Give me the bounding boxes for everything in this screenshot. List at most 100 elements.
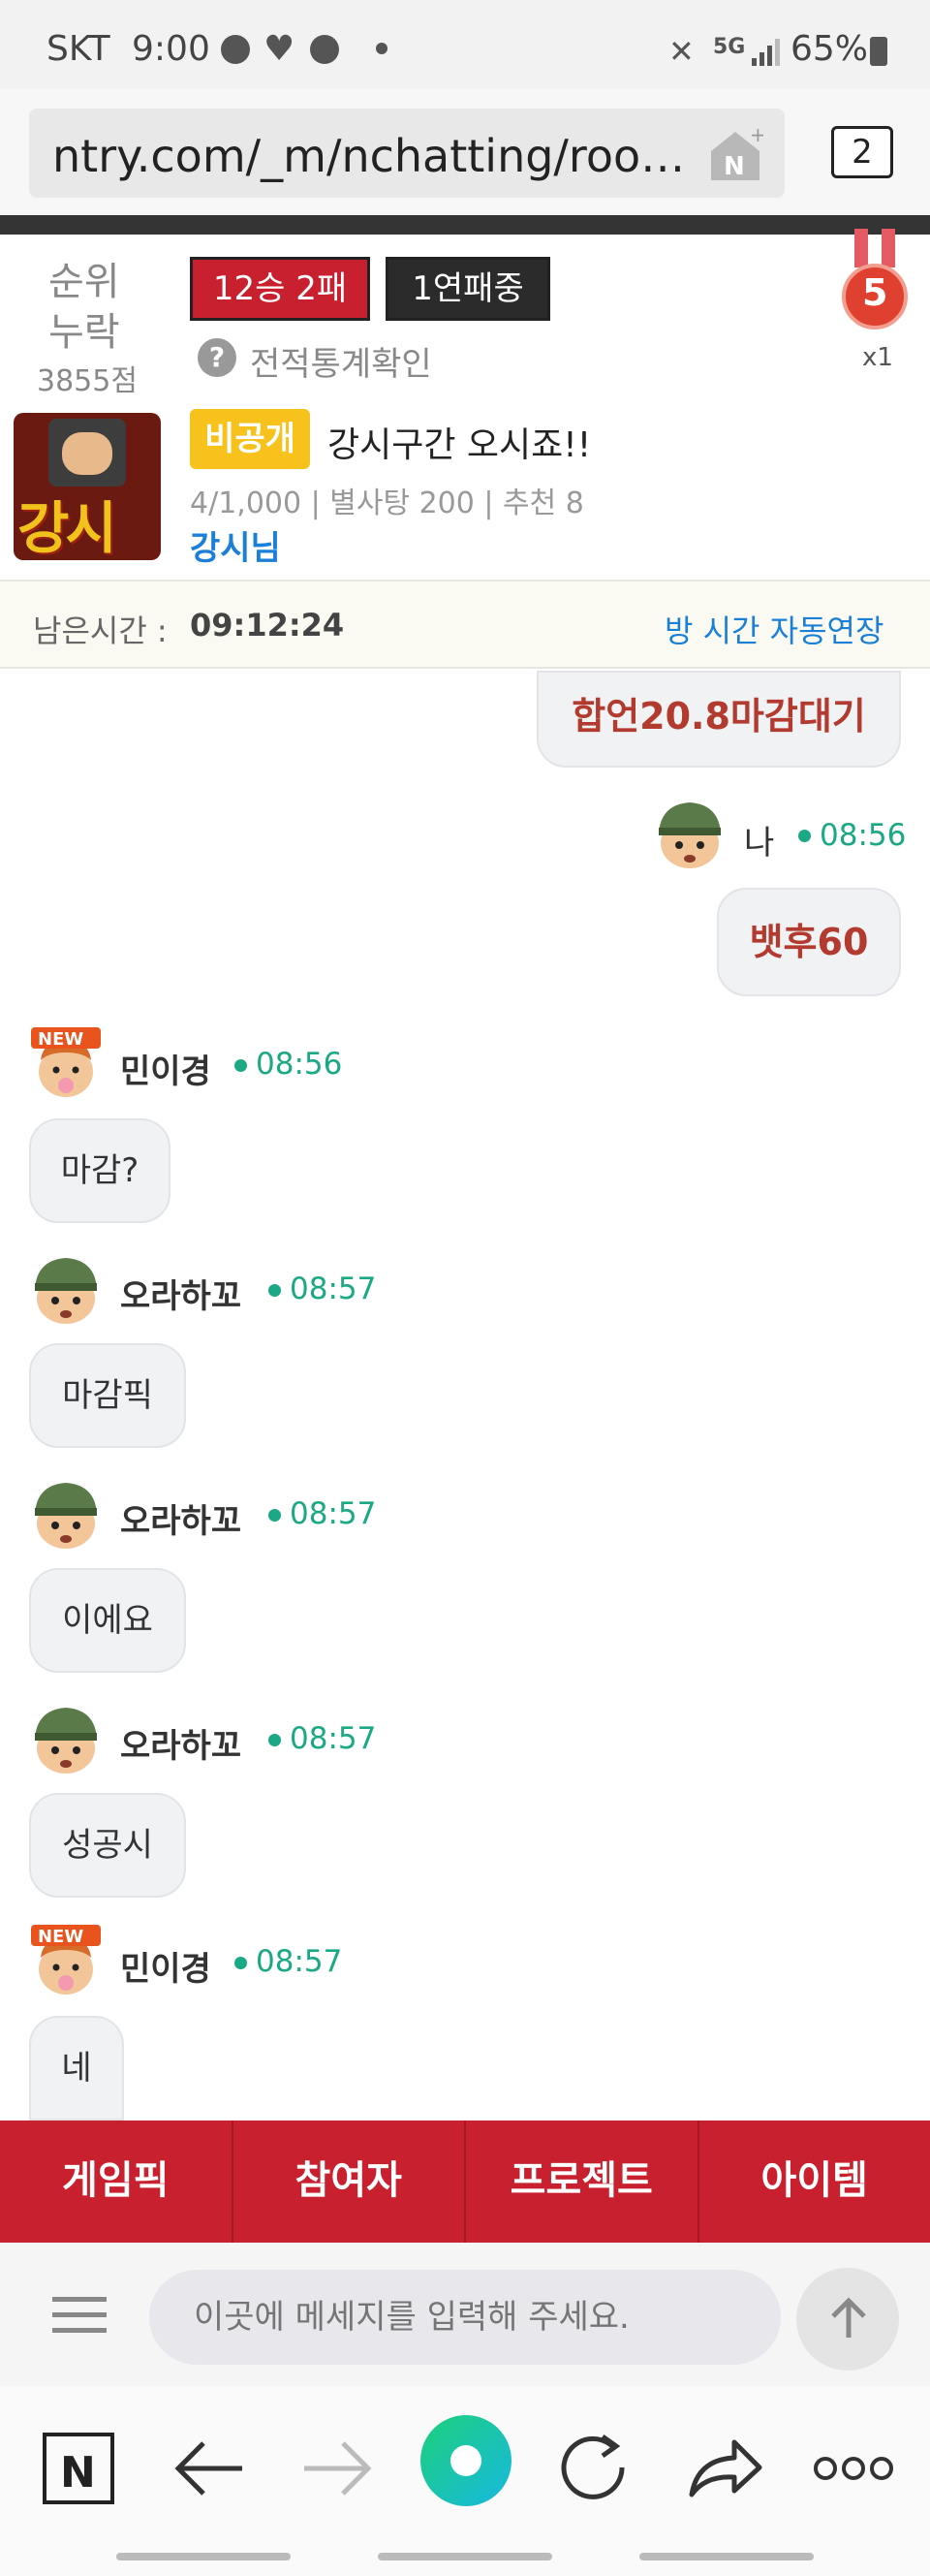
- more-button[interactable]: [810, 2425, 897, 2512]
- room-host[interactable]: 강시님: [190, 521, 281, 569]
- message-bubble: 네: [29, 2016, 124, 2120]
- back-button[interactable]: [165, 2425, 252, 2512]
- points: 3855점: [37, 364, 138, 398]
- user-nickname[interactable]: 오라하꼬: [120, 1719, 241, 1767]
- new-badge: NEW: [38, 1927, 83, 1947]
- logo-text: 강시: [17, 495, 117, 560]
- message-time: 08:57: [290, 1721, 377, 1756]
- streak-badge: 1연패중: [386, 257, 550, 321]
- user-nickname[interactable]: 민이경: [120, 1045, 211, 1092]
- url-field[interactable]: ntry.com/_m/nchatting/room... N +: [29, 109, 785, 198]
- room-logo: 강시: [14, 413, 161, 560]
- gesture-pill: [639, 2553, 814, 2560]
- my-message-bubble: 합언20.8마감대기: [537, 671, 901, 768]
- online-dot: [268, 1734, 281, 1746]
- new-user-avatar-icon: NEW: [31, 1925, 101, 1995]
- tab-project[interactable]: 프로젝트: [466, 2120, 699, 2243]
- rank-label-2: 누락: [48, 310, 120, 355]
- my-nickname: 나: [744, 824, 775, 863]
- message-time: 08:56: [820, 818, 907, 853]
- naver-n-icon: N: [43, 2433, 114, 2504]
- svg-text:N: N: [724, 152, 745, 181]
- message-time: 08:57: [290, 1272, 377, 1306]
- battery-percent: 65%: [790, 29, 869, 69]
- share-button[interactable]: [680, 2425, 767, 2512]
- account-icon: [221, 35, 250, 64]
- svg-text:+: +: [750, 126, 763, 146]
- message-bubble: 마감픽: [29, 1343, 186, 1448]
- room-meta: 4/1,000 | 별사탕 200 | 추천 8: [190, 487, 584, 520]
- tab-participants[interactable]: 참여자: [233, 2120, 466, 2243]
- browser-address-bar: ntry.com/_m/nchatting/room... N + 2: [0, 89, 930, 215]
- gesture-pill: [116, 2553, 291, 2560]
- medal-level: 5: [862, 271, 888, 314]
- forward-button[interactable]: [294, 2425, 382, 2512]
- clock: 9:00: [132, 29, 210, 69]
- message-time: 08:56: [256, 1047, 343, 1082]
- menu-icon[interactable]: [52, 2293, 108, 2338]
- auto-extend-link[interactable]: 방 시간 자동연장: [665, 607, 884, 651]
- browser-nav-bar: N: [0, 2386, 930, 2576]
- url-text: ntry.com/_m/nchatting/room...: [52, 130, 692, 182]
- soldier-avatar-icon: [35, 1483, 97, 1549]
- green-dot-button[interactable]: [420, 2415, 512, 2506]
- medal-count: x1: [862, 343, 893, 372]
- logo-face: [62, 432, 112, 475]
- heart-icon: ♥: [264, 29, 295, 69]
- header-divider: [0, 215, 930, 235]
- chat-status-icon: [310, 35, 339, 64]
- reload-icon: [561, 2434, 625, 2499]
- svg-text:N: N: [60, 2448, 96, 2497]
- new-user-avatar-icon: NEW: [31, 1027, 101, 1097]
- rank-label-1: 순위: [48, 260, 120, 304]
- stats-link-label: 전적통계확인: [250, 345, 432, 384]
- online-dot: [234, 1059, 247, 1072]
- share-arrow-icon: [689, 2439, 762, 2497]
- online-dot: [268, 1509, 281, 1522]
- carrier-label: SKT: [46, 29, 110, 69]
- signal-icon: [752, 39, 780, 66]
- user-nickname[interactable]: 오라하꼬: [120, 1494, 241, 1542]
- message-bubble: 이에요: [29, 1568, 186, 1673]
- room-title: 강시구간 오시죠!!: [327, 425, 592, 465]
- room-menu-tabs: 게임픽 참여자 프로젝트 아이템: [0, 2120, 930, 2243]
- reload-button[interactable]: [550, 2425, 637, 2512]
- remaining-time-label: 남은시간 :: [33, 613, 168, 649]
- soldier-avatar-icon: [659, 802, 721, 868]
- green-dot-icon: [450, 2445, 481, 2476]
- send-button[interactable]: [796, 2268, 899, 2371]
- message-bubble: 성공시: [29, 1793, 186, 1898]
- remaining-time-bar: 남은시간 : 09:12:24 방 시간 자동연장: [0, 580, 930, 669]
- user-nickname[interactable]: 민이경: [120, 1942, 211, 1990]
- naver-n-button[interactable]: N: [35, 2425, 122, 2512]
- tab-switcher-button[interactable]: 2: [831, 126, 893, 178]
- arrow-right-icon: [304, 2441, 372, 2496]
- message-time: 08:57: [290, 1496, 377, 1531]
- more-dots-icon: [814, 2457, 893, 2480]
- message-bubble: 마감?: [29, 1118, 170, 1223]
- tab-items[interactable]: 아이템: [699, 2120, 930, 2243]
- naver-home-icon[interactable]: N +: [707, 126, 763, 182]
- 5g-icon: 5G: [713, 35, 746, 59]
- privacy-badge: 비공개: [190, 409, 310, 469]
- soldier-avatar-icon: [35, 1258, 97, 1324]
- my-message-bubble: 뱃후60: [717, 888, 901, 996]
- online-dot: [234, 1957, 247, 1969]
- notification-dot-icon: [376, 43, 388, 54]
- record-badge: 12승 2패: [190, 257, 370, 321]
- mute-icon: ✕: [668, 33, 695, 70]
- new-badge: NEW: [38, 1029, 83, 1050]
- online-dot: [268, 1284, 281, 1297]
- remaining-time-value: 09:12:24: [190, 607, 345, 644]
- battery-icon: [870, 37, 887, 66]
- online-dot: [798, 830, 811, 842]
- arrow-left-icon: [174, 2441, 242, 2496]
- message-time: 08:57: [256, 1944, 343, 1979]
- arrow-up-icon: [831, 2297, 866, 2338]
- status-bar: SKT 9:00 ♥ ✕ 5G 65%: [0, 0, 930, 89]
- soldier-avatar-icon: [35, 1708, 97, 1774]
- user-nickname[interactable]: 오라하꼬: [120, 1270, 241, 1317]
- message-input-bar: [0, 2243, 930, 2386]
- tab-game-pick[interactable]: 게임픽: [0, 2120, 233, 2243]
- message-input[interactable]: [149, 2270, 781, 2365]
